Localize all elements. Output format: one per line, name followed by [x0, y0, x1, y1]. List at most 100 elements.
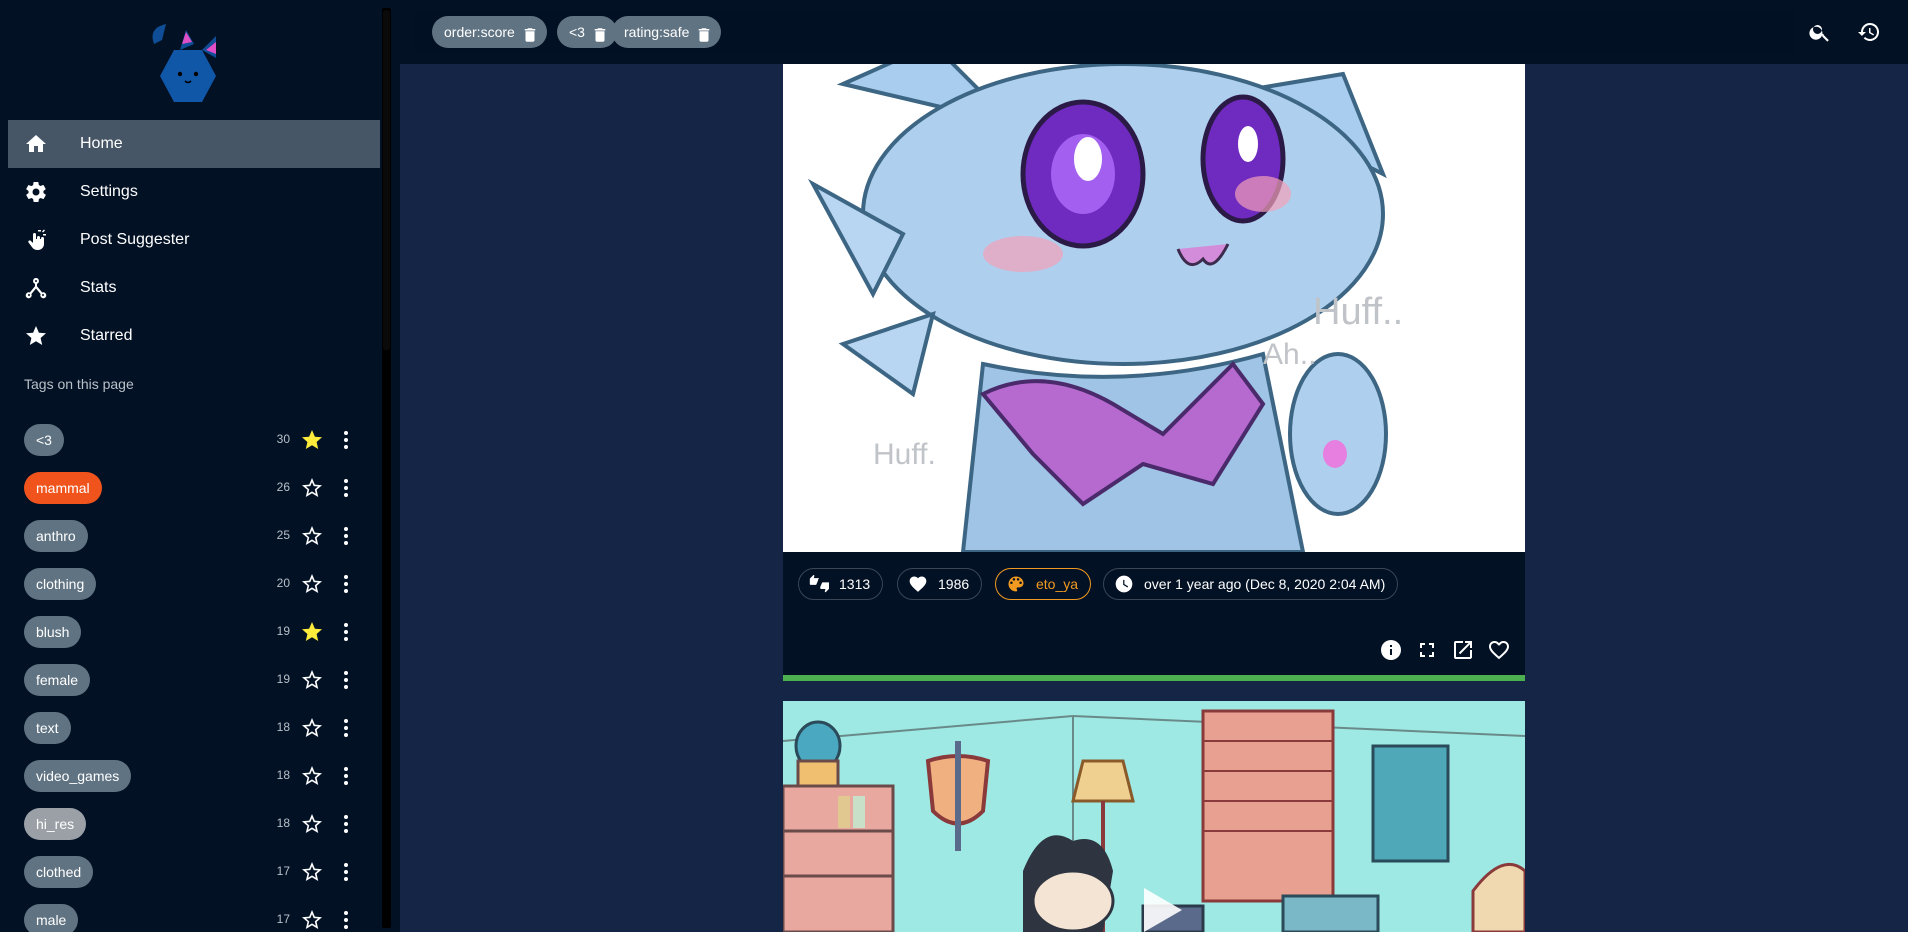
- nav-home[interactable]: Home: [8, 120, 380, 168]
- favorites-chip[interactable]: 1986: [897, 568, 983, 600]
- svg-text:Ah..: Ah..: [1263, 338, 1316, 371]
- more-vert-icon[interactable]: [334, 476, 358, 500]
- nav-home-label: Home: [80, 135, 123, 152]
- nav-settings[interactable]: Settings: [8, 168, 380, 216]
- open-external-icon[interactable]: [1451, 638, 1475, 662]
- info-icon[interactable]: [1379, 638, 1403, 662]
- star-filled-icon[interactable]: [300, 428, 324, 452]
- artist-chip[interactable]: eto_ya: [995, 568, 1092, 600]
- search-icon[interactable]: [1808, 20, 1832, 44]
- tag-chip[interactable]: blush: [24, 616, 82, 648]
- tag-row: female 19: [0, 660, 380, 700]
- app-logo[interactable]: [140, 14, 250, 108]
- history-icon[interactable]: [1857, 20, 1881, 44]
- nav-post-suggester-label: Post Suggester: [80, 231, 190, 248]
- query-chip-heart[interactable]: <3: [557, 16, 617, 48]
- trash-icon[interactable]: [591, 23, 609, 42]
- nav-post-suggester[interactable]: Post Suggester: [8, 216, 380, 264]
- more-vert-icon[interactable]: [334, 908, 358, 932]
- trash-icon[interactable]: [695, 23, 713, 42]
- swipe-hand-icon: [24, 216, 64, 264]
- nav-stats-label: Stats: [80, 279, 117, 296]
- star-outline-icon[interactable]: [300, 908, 324, 932]
- tag-row: male 17: [0, 900, 380, 932]
- clock-icon: [1114, 574, 1134, 594]
- star-outline-icon[interactable]: [300, 860, 324, 884]
- tag-chip[interactable]: anthro: [24, 520, 88, 552]
- fullscreen-icon[interactable]: [1415, 638, 1439, 662]
- tag-chip[interactable]: female: [24, 664, 91, 696]
- tag-chip[interactable]: text: [24, 712, 71, 744]
- tag-row: blush 19: [0, 612, 380, 652]
- tag-count: 17: [276, 864, 290, 878]
- tag-row: anthro 25: [0, 516, 380, 556]
- tag-chip[interactable]: hi_res: [24, 808, 87, 840]
- nav-stats[interactable]: Stats: [8, 264, 380, 312]
- post-info-bar: 1313 1986 eto_ya over 1 year ago (Dec 8,…: [783, 552, 1525, 678]
- tag-row: video_games 18: [0, 756, 380, 796]
- query-chip-label: rating:safe: [624, 24, 690, 40]
- post-date: over 1 year ago (Dec 8, 2020 2:04 AM): [1144, 576, 1386, 592]
- tag-chip[interactable]: male: [24, 904, 79, 932]
- query-chip-label: order:score: [444, 24, 515, 40]
- more-vert-icon[interactable]: [334, 812, 358, 836]
- query-chip-order-score[interactable]: order:score: [432, 16, 547, 48]
- tag-count: 19: [276, 672, 290, 686]
- gear-icon: [24, 168, 64, 216]
- more-vert-icon[interactable]: [334, 668, 358, 692]
- post-image[interactable]: Huff.. Ah.. Huff.: [783, 64, 1525, 552]
- tag-count: 25: [276, 528, 290, 542]
- tag-chip[interactable]: clothed: [24, 856, 94, 888]
- post-image[interactable]: [783, 701, 1525, 932]
- query-chip-label: <3: [569, 24, 585, 40]
- query-chip-rating-safe[interactable]: rating:safe: [612, 16, 722, 48]
- top-bar: order:score <3 rating:safe: [400, 0, 1908, 64]
- tag-count: 18: [276, 720, 290, 734]
- sidebar-scrollbar[interactable]: [382, 8, 391, 928]
- more-vert-icon[interactable]: [334, 572, 358, 596]
- score-value: 1313: [839, 576, 871, 592]
- star-outline-icon[interactable]: [300, 716, 324, 740]
- tag-row: clothed 17: [0, 852, 380, 892]
- palette-icon: [1006, 574, 1026, 594]
- star-filled-icon[interactable]: [300, 620, 324, 644]
- more-vert-icon[interactable]: [334, 620, 358, 644]
- tag-count: 30: [276, 432, 290, 446]
- post-artwork: Huff.. Ah.. Huff.: [783, 64, 1525, 552]
- score-chip[interactable]: 1313: [798, 568, 884, 600]
- star-outline-icon[interactable]: [300, 812, 324, 836]
- tag-row: hi_res 18: [0, 804, 380, 844]
- sidebar-scrollbar-thumb[interactable]: [383, 10, 390, 350]
- tag-count: 26: [276, 480, 290, 494]
- star-outline-icon[interactable]: [300, 668, 324, 692]
- play-icon[interactable]: [1130, 880, 1190, 932]
- date-chip[interactable]: over 1 year ago (Dec 8, 2020 2:04 AM): [1103, 568, 1399, 600]
- tag-row: clothing 20: [0, 564, 380, 604]
- tag-chip[interactable]: video_games: [24, 760, 132, 792]
- tags-section-heading: Tags on this page: [24, 376, 134, 392]
- more-vert-icon[interactable]: [334, 524, 358, 548]
- graph-icon: [24, 264, 64, 312]
- star-outline-icon[interactable]: [300, 572, 324, 596]
- more-vert-icon[interactable]: [334, 428, 358, 452]
- tag-chip[interactable]: clothing: [24, 568, 97, 600]
- post-progress-bar: [783, 675, 1525, 681]
- more-vert-icon[interactable]: [334, 764, 358, 788]
- tag-chip[interactable]: <3: [24, 424, 64, 456]
- favorites-value: 1986: [938, 576, 970, 592]
- search-tag-bar[interactable]: order:score <3 rating:safe: [415, 10, 1795, 54]
- nav-starred[interactable]: Starred: [8, 312, 380, 360]
- thumbs-up-down-icon: [809, 574, 830, 594]
- more-vert-icon[interactable]: [334, 716, 358, 740]
- star-outline-icon[interactable]: [300, 476, 324, 500]
- sidebar: Home Settings Post Suggester Stats Starr…: [0, 0, 400, 932]
- heart-icon: [908, 574, 928, 594]
- tag-row: mammal 26: [0, 468, 380, 508]
- star-outline-icon[interactable]: [300, 524, 324, 548]
- tag-count: 17: [276, 912, 290, 926]
- tag-chip[interactable]: mammal: [24, 472, 102, 504]
- heart-outline-icon[interactable]: [1487, 638, 1511, 662]
- trash-icon[interactable]: [521, 23, 539, 42]
- star-outline-icon[interactable]: [300, 764, 324, 788]
- more-vert-icon[interactable]: [334, 860, 358, 884]
